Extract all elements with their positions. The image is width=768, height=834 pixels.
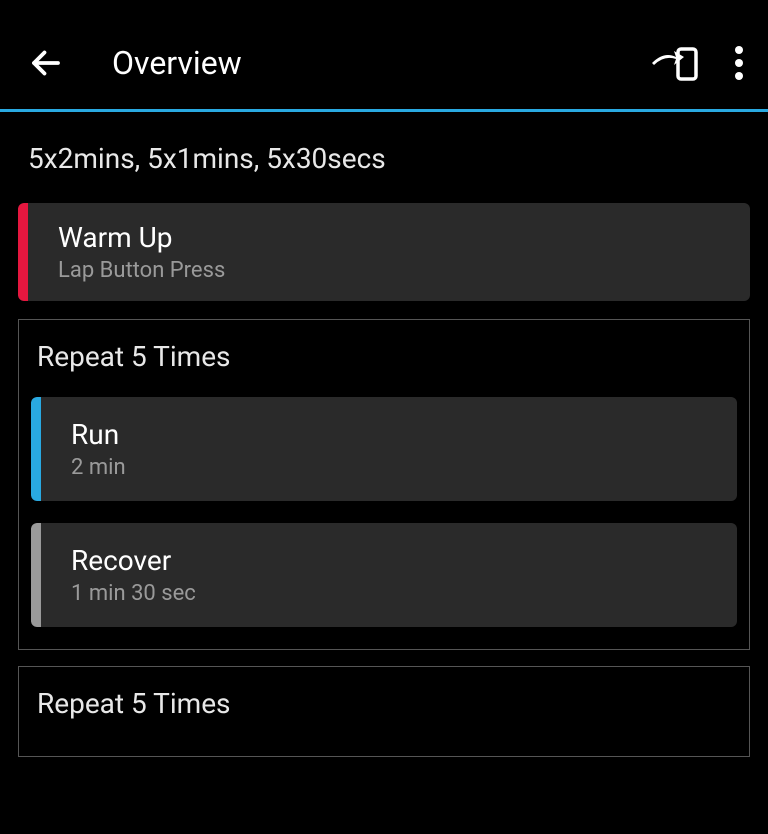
- arrow-left-icon: [28, 45, 64, 81]
- recover-stripe: [31, 523, 41, 627]
- step-subtitle: 1 min 30 sec: [71, 581, 196, 606]
- more-vertical-icon: [734, 45, 744, 81]
- repeat-group-2: Repeat 5 Times: [18, 666, 750, 757]
- step-subtitle: Lap Button Press: [58, 258, 225, 283]
- step-recover[interactable]: Recover 1 min 30 sec: [31, 523, 737, 627]
- step-title: Run: [71, 418, 126, 451]
- step-body: Warm Up Lap Button Press: [28, 203, 225, 301]
- header-actions: [650, 43, 744, 83]
- run-stripe: [31, 397, 41, 501]
- repeat-label: Repeat 5 Times: [31, 340, 737, 373]
- step-body: Run 2 min: [41, 397, 126, 501]
- send-to-device-icon: [650, 43, 698, 83]
- warmup-stripe: [18, 203, 28, 301]
- step-subtitle: 2 min: [71, 455, 126, 480]
- repeat-group-1: Repeat 5 Times Run 2 min Recover 1 min 3…: [18, 319, 750, 650]
- workout-summary: 5x2mins, 5x1mins, 5x30secs: [18, 142, 750, 175]
- page-title: Overview: [112, 44, 650, 82]
- send-to-device-button[interactable]: [650, 43, 698, 83]
- content-area: 5x2mins, 5x1mins, 5x30secs Warm Up Lap B…: [0, 112, 768, 757]
- step-title: Warm Up: [58, 221, 225, 254]
- step-warmup[interactable]: Warm Up Lap Button Press: [18, 203, 750, 301]
- repeat-label: Repeat 5 Times: [31, 687, 737, 720]
- step-body: Recover 1 min 30 sec: [41, 523, 196, 627]
- back-button[interactable]: [24, 41, 68, 85]
- more-options-button[interactable]: [734, 45, 744, 81]
- step-run[interactable]: Run 2 min: [31, 397, 737, 501]
- step-title: Recover: [71, 544, 196, 577]
- app-header: Overview: [0, 16, 768, 112]
